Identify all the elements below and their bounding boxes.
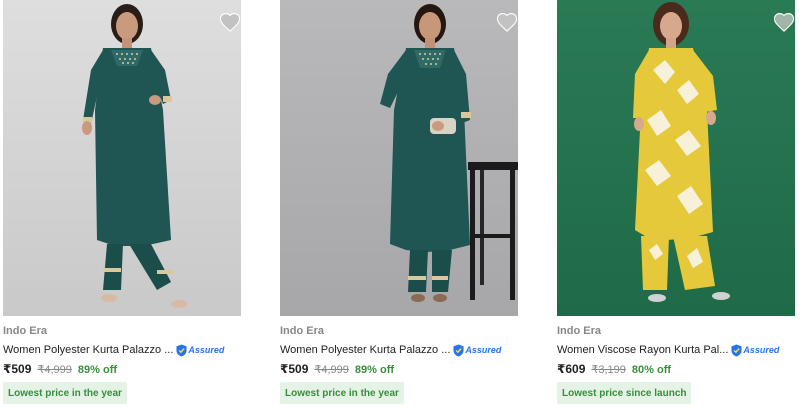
product-image[interactable] (557, 0, 795, 316)
original-price: ₹4,999 (314, 364, 349, 376)
price-row: ₹509 ₹4,999 89% off (280, 362, 394, 376)
assured-label: Assured (188, 345, 225, 355)
assured-badge: Assured (453, 343, 501, 357)
selling-price: ₹509 (280, 362, 309, 376)
product-brand: Indo Era (557, 325, 602, 337)
product-title-row[interactable]: Women Polyester Kurta Palazzo ... Assure… (280, 342, 518, 358)
original-price: ₹4,999 (37, 364, 72, 376)
product-photo (3, 0, 241, 316)
product-title-row[interactable]: Women Viscose Rayon Kurta Pal... Assured (557, 342, 795, 358)
product-card[interactable]: Indo Era Women Polyester Kurta Palazzo .… (0, 0, 241, 407)
wishlist-heart-icon[interactable] (496, 12, 518, 32)
product-brand: Indo Era (280, 325, 325, 337)
original-price: ₹3,199 (591, 364, 626, 376)
deal-tag: Lowest price in the year (3, 382, 127, 404)
wishlist-heart-icon[interactable] (219, 12, 241, 32)
deal-tag: Lowest price since launch (557, 382, 692, 404)
shield-icon (731, 344, 742, 356)
wishlist-heart-icon[interactable] (773, 12, 795, 32)
product-title-row[interactable]: Women Polyester Kurta Palazzo ... Assure… (3, 342, 241, 358)
product-photo (280, 0, 518, 316)
selling-price: ₹609 (557, 362, 586, 376)
discount-percent: 89% off (354, 364, 395, 376)
product-grid: Indo Era Women Polyester Kurta Palazzo .… (0, 0, 801, 407)
product-card[interactable]: Indo Era Women Viscose Rayon Kurta Pal..… (554, 0, 795, 407)
assured-badge: Assured (731, 343, 779, 357)
price-row: ₹509 ₹4,999 89% off (3, 362, 117, 376)
shield-icon (453, 344, 464, 356)
product-photo (557, 0, 795, 316)
selling-price: ₹509 (3, 362, 32, 376)
product-image[interactable] (3, 0, 241, 316)
product-title[interactable]: Women Polyester Kurta Palazzo ... (280, 344, 450, 356)
discount-percent: 80% off (631, 364, 672, 376)
assured-badge: Assured (176, 343, 224, 357)
product-card[interactable]: Indo Era Women Polyester Kurta Palazzo .… (277, 0, 518, 407)
assured-label: Assured (743, 345, 780, 355)
price-row: ₹609 ₹3,199 80% off (557, 362, 671, 376)
product-title[interactable]: Women Viscose Rayon Kurta Pal... (557, 344, 728, 356)
deal-tag: Lowest price in the year (280, 382, 404, 404)
product-image[interactable] (280, 0, 518, 316)
shield-icon (176, 344, 187, 356)
product-brand: Indo Era (3, 325, 48, 337)
product-title[interactable]: Women Polyester Kurta Palazzo ... (3, 344, 173, 356)
discount-percent: 89% off (77, 364, 118, 376)
assured-label: Assured (465, 345, 502, 355)
